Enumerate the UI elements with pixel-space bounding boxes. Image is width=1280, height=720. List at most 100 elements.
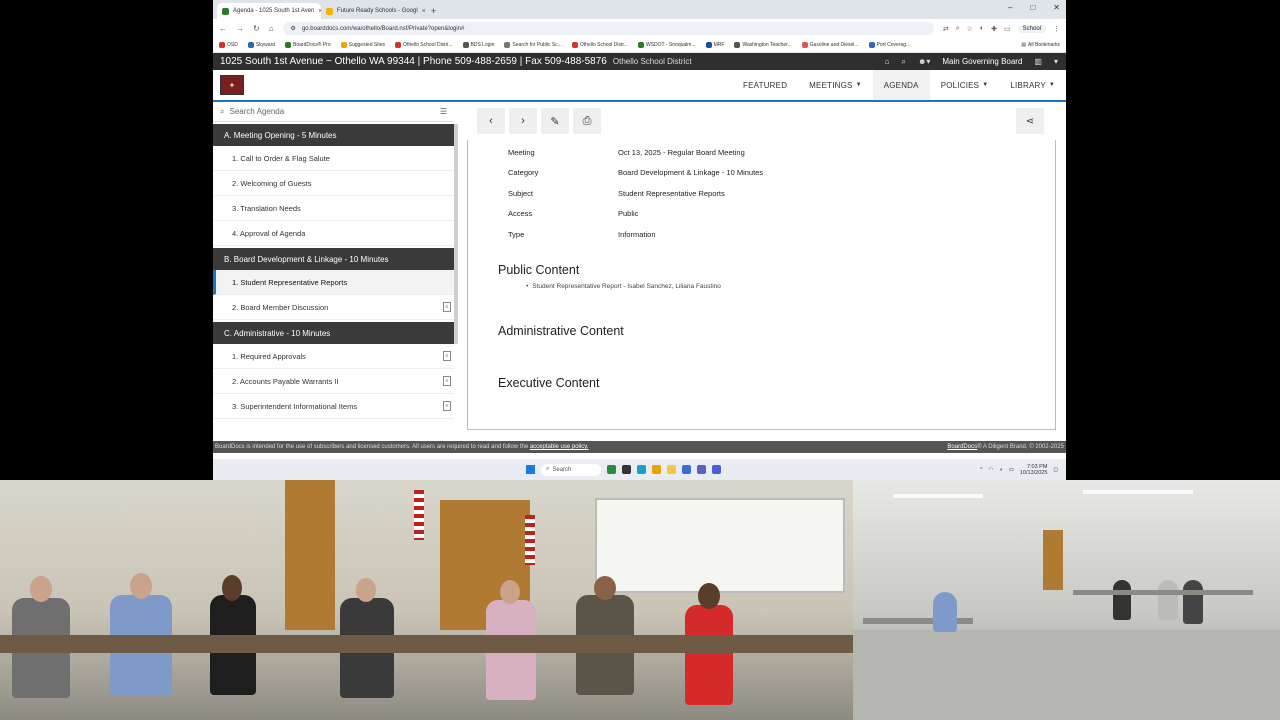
close-window-icon[interactable]: ✕ xyxy=(1053,3,1060,12)
next-item-button[interactable]: › xyxy=(509,108,537,134)
agenda-item[interactable]: 3. Superintendent Informational Items ≡ xyxy=(213,394,454,419)
bookmark-item[interactable]: Search for Public Sc... xyxy=(504,42,562,48)
nav-meetings[interactable]: MEETINGS ▼ xyxy=(798,70,873,100)
nav-policies[interactable]: POLICIES ▼ xyxy=(930,70,1000,100)
user-icon[interactable]: ☻▾ xyxy=(918,57,930,66)
agenda-section-c[interactable]: C. Administrative - 10 Minutes xyxy=(213,322,454,344)
clock[interactable]: 7:03 PM 10/13/2025 xyxy=(1020,464,1048,476)
teams-icon[interactable] xyxy=(697,465,706,474)
agenda-item[interactable]: 2. Welcoming of Guests xyxy=(213,171,454,196)
nav-library[interactable]: LIBRARY ▼ xyxy=(999,70,1066,100)
agenda-item-active[interactable]: 1. Student Representative Reports xyxy=(213,270,454,295)
edge-icon[interactable] xyxy=(637,465,646,474)
translate-icon[interactable]: ⇄ xyxy=(943,25,949,33)
board-dropdown-icon[interactable]: ▾ xyxy=(1054,57,1058,66)
sidebar-icon[interactable]: ▭ xyxy=(1004,25,1011,33)
taskbar-search[interactable]: ⌕ Search xyxy=(541,463,601,476)
acceptable-use-link[interactable]: acceptable use policy. xyxy=(530,444,589,450)
agenda-search[interactable]: ⌕ Search Agenda ☰ xyxy=(213,102,454,122)
widgets-icon[interactable] xyxy=(607,465,616,474)
bookmark-item[interactable]: Othello School Distri... xyxy=(395,42,453,48)
browser-menu-icon[interactable]: ⋮ xyxy=(1053,25,1060,33)
agenda-section-b[interactable]: B. Board Development & Linkage - 10 Minu… xyxy=(213,248,454,270)
store-icon[interactable] xyxy=(682,465,691,474)
site-info-icon[interactable]: ⚙ xyxy=(291,25,296,32)
board-selector[interactable]: Main Governing Board xyxy=(942,57,1022,66)
nav-agenda[interactable]: AGENDA xyxy=(872,70,930,100)
board-member-head xyxy=(130,573,152,599)
reload-icon[interactable]: ↻ xyxy=(253,24,260,33)
search-icon[interactable]: ⌕ xyxy=(901,57,905,67)
browser-tab-agenda[interactable]: Agenda - 1025 South 1st Aven × xyxy=(217,3,321,19)
agenda-item[interactable]: 1. Required Approvals ≡ xyxy=(213,344,454,369)
bookmark-star-icon[interactable]: ☆ xyxy=(967,25,973,33)
footer-brand: BoardDocs® A Diligent Brand, © 2002-2025 xyxy=(947,444,1064,450)
district-logo[interactable]: ✦ xyxy=(220,75,244,95)
url-field[interactable]: ⚙ go.boarddocs.com/wa/othello/Board.nsf/… xyxy=(282,22,934,35)
building-icon: ▥ xyxy=(1034,57,1042,66)
board-table-camera-feed xyxy=(0,480,853,720)
home-icon[interactable]: ⌂ xyxy=(269,24,274,33)
print-button[interactable]: ⎙ xyxy=(573,108,601,134)
new-tab-button[interactable]: + xyxy=(425,3,442,19)
windows-start-icon[interactable] xyxy=(526,465,535,474)
back-arrow-icon[interactable]: ← xyxy=(219,24,227,33)
bookmark-item[interactable]: Othello School Distr... xyxy=(571,42,628,48)
extension-icon[interactable]: ◐ xyxy=(980,25,984,32)
profile-button[interactable]: School xyxy=(1017,24,1046,33)
browser-tab-future-ready[interactable]: Future Ready Schools - Googl × xyxy=(321,3,425,19)
battery-icon[interactable]: ▭ xyxy=(1009,467,1014,473)
zoom-icon[interactable]: ⌕ xyxy=(956,25,960,33)
file-explorer-icon[interactable] xyxy=(667,465,676,474)
share-button[interactable]: ⋖ xyxy=(1016,108,1044,134)
tray-chevron-icon[interactable]: ^ xyxy=(980,467,983,473)
chrome-icon[interactable] xyxy=(652,465,661,474)
bookmark-item[interactable]: BDS Login xyxy=(462,42,494,48)
task-view-icon[interactable] xyxy=(622,465,631,474)
agenda-item[interactable]: 2. Accounts Payable Warrants II ≡ xyxy=(213,369,454,394)
menu-icon[interactable]: ☰ xyxy=(440,107,447,116)
edit-button[interactable]: ✎ xyxy=(541,108,569,134)
agenda-item[interactable]: 3. Translation Needs xyxy=(213,196,454,221)
previous-item-button[interactable]: ‹ xyxy=(477,108,505,134)
window-controls: – □ ✕ xyxy=(1008,3,1060,12)
agenda-item[interactable]: 2. Board Member Discussion ≡ xyxy=(213,295,454,320)
district-name: Othello School District xyxy=(612,57,692,66)
bookmark-item[interactable]: Gasoline and Diesel... xyxy=(801,42,859,48)
bookmark-item[interactable]: BoardDocs® Pro xyxy=(285,42,331,48)
bookmark-item[interactable]: WSDOT - Snoqualm... xyxy=(637,42,696,48)
volume-icon[interactable]: ◖ xyxy=(999,467,1002,473)
bookmark-item[interactable]: OSD xyxy=(219,42,238,48)
board-table xyxy=(0,635,853,653)
chevron-down-icon: ▼ xyxy=(855,82,862,88)
bookmark-item[interactable]: MRF xyxy=(705,42,724,48)
app-icon[interactable] xyxy=(712,465,721,474)
all-bookmarks-button[interactable]: ▤ All Bookmarks xyxy=(1021,42,1060,48)
public-content-item[interactable]: • Student Representative Report - Isabel … xyxy=(526,283,721,290)
bookmark-item[interactable]: Skyward xyxy=(247,42,275,48)
agenda-item[interactable]: 4. Approval of Agenda xyxy=(213,221,454,246)
minimize-icon[interactable]: – xyxy=(1008,3,1012,12)
bookmark-item[interactable]: Suggested Sites xyxy=(340,42,385,48)
maximize-icon[interactable]: □ xyxy=(1030,3,1035,12)
extensions-puzzle-icon[interactable]: ✚ xyxy=(991,25,997,33)
wifi-icon[interactable]: ◠ xyxy=(989,467,994,473)
google-doc-favicon-icon xyxy=(326,7,333,15)
home-icon[interactable]: ⌂ xyxy=(885,57,890,66)
notifications-icon[interactable]: ◻ xyxy=(1053,467,1058,473)
bookmark-item[interactable]: Washington Teacher... xyxy=(734,42,792,48)
nav-featured[interactable]: FEATURED xyxy=(732,70,798,100)
agenda-item[interactable]: 1. Call to Order & Flag Salute xyxy=(213,146,454,171)
site-contact-bar: 1025 South 1st Avenue ~ Othello WA 99344… xyxy=(213,53,1066,70)
us-flag xyxy=(414,490,424,540)
item-toolbar: ‹ › ✎ ⎙ xyxy=(477,108,601,134)
sidebar-scrollbar[interactable] xyxy=(454,124,458,344)
bookmark-item[interactable]: Port Coverag... xyxy=(868,42,910,48)
agenda-section-a[interactable]: A. Meeting Opening - 5 Minutes xyxy=(213,124,454,146)
site-tools: ⌂ ⌕ ☻▾ Main Governing Board ▥ ▾ xyxy=(885,57,1066,67)
desktop-screen: Agenda - 1025 South 1st Aven × Future Re… xyxy=(213,0,1066,480)
boarddocs-link[interactable]: BoardDocs xyxy=(947,444,977,450)
meta-row: Access Public xyxy=(508,209,639,219)
forward-arrow-icon[interactable]: → xyxy=(236,24,244,33)
address-bar-actions: ⇄ ⌕ ☆ ◐ ✚ ▭ School ⋮ xyxy=(943,24,1060,33)
